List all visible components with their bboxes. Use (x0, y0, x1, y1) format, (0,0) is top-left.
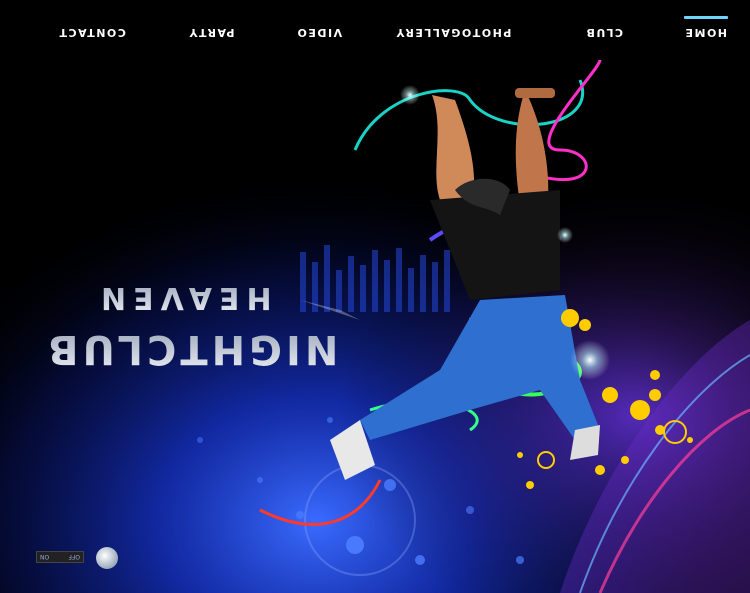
hero-title-line2: HEAVEN (94, 280, 272, 315)
nav-photogallery[interactable]: PHOTOGALLERY (395, 20, 511, 44)
nav-active-indicator (684, 16, 728, 19)
sound-toggle[interactable]: OFF ON (36, 551, 84, 563)
nav-video[interactable]: VIDEO (296, 20, 342, 44)
nav-party[interactable]: PARTY (188, 20, 235, 44)
nav-home[interactable]: HOME (684, 20, 727, 44)
nav-contact[interactable]: CONTACT (58, 20, 126, 44)
sound-on-label: ON (40, 553, 50, 561)
speaker-icon[interactable] (96, 547, 118, 569)
nav-club[interactable]: CLUB (585, 20, 623, 44)
hero-title-line1: NIGHTCLUB (44, 326, 339, 372)
sound-off-label: OFF (68, 553, 80, 561)
page: HOME CLUB PHOTOGALLERY VIDEO PARTY CONTA… (0, 0, 750, 593)
